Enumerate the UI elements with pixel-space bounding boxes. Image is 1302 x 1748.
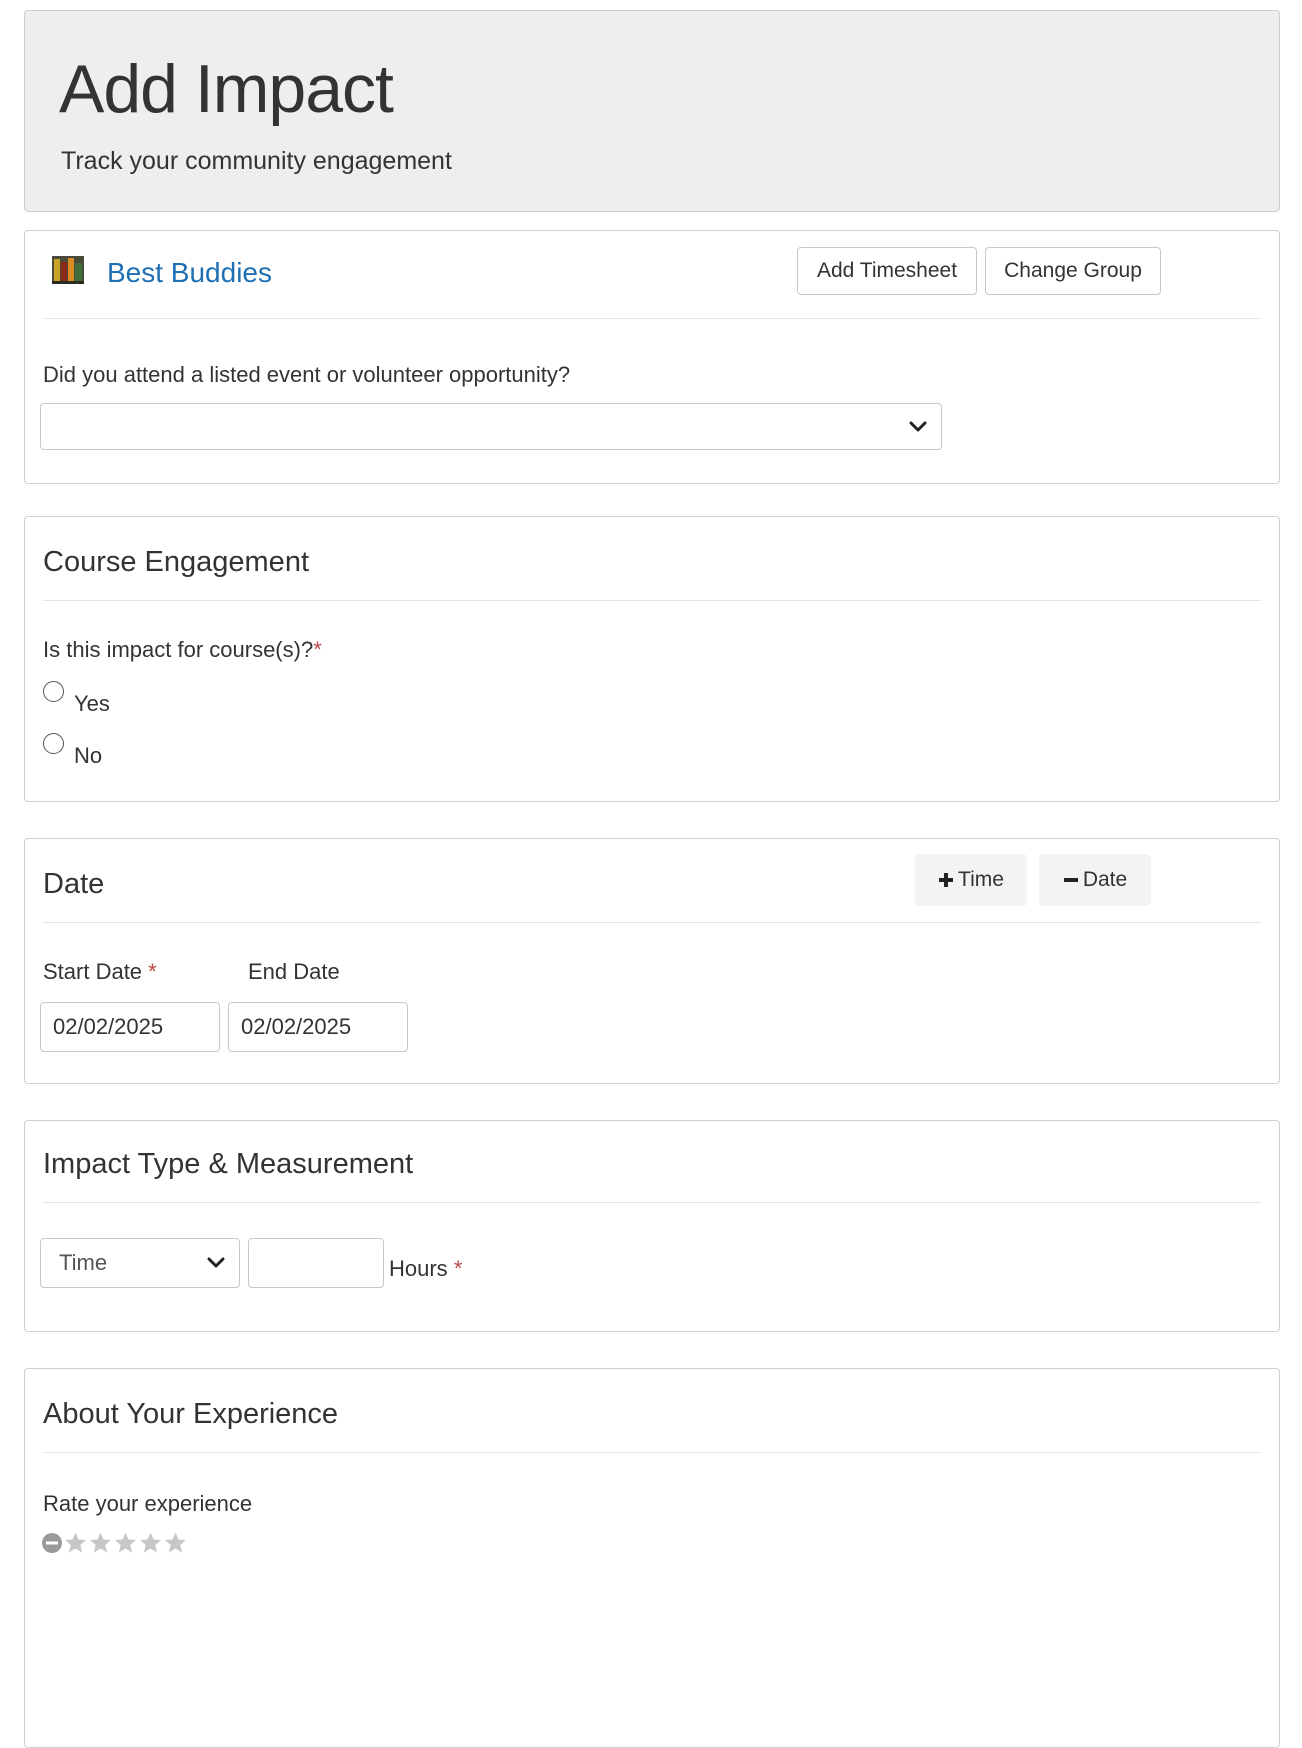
experience-panel: About Your Experience Rate your experien… (24, 1368, 1280, 1748)
star-icon[interactable] (163, 1531, 188, 1555)
radio-yes-label: Yes (74, 691, 110, 716)
date-panel-header: Date Time Date (43, 839, 1261, 923)
add-timesheet-button[interactable]: Add Timesheet (797, 247, 977, 295)
impact-type-panel: Impact Type & Measurement Time Hours * (24, 1120, 1280, 1332)
impact-type-select[interactable]: Time (40, 1238, 240, 1288)
start-date-label: Start Date * (43, 959, 157, 984)
impact-amount-input[interactable] (248, 1238, 384, 1288)
star-icon[interactable] (113, 1531, 138, 1555)
rating-cancel-icon[interactable] (41, 1532, 63, 1554)
group-logo-icon (52, 256, 84, 284)
rating-stars (63, 1531, 188, 1555)
start-date-input[interactable]: 02/02/2025 (40, 1002, 220, 1052)
end-date-label: End Date (248, 959, 340, 984)
event-select[interactable] (40, 403, 942, 450)
page-title: Add Impact (59, 51, 394, 127)
add-time-button[interactable]: Time (915, 854, 1027, 906)
radio-yes[interactable] (43, 681, 64, 702)
rate-experience-label: Rate your experience (43, 1491, 253, 1516)
date-panel-title: Date (43, 868, 105, 900)
course-option-yes[interactable]: Yes (43, 679, 110, 717)
hours-unit-label: Hours * (389, 1256, 463, 1281)
course-question-label: Is this impact for course(s)?* (43, 637, 322, 662)
chevron-down-icon (207, 1257, 225, 1268)
rating-widget[interactable] (41, 1531, 188, 1555)
impact-type-value: Time (59, 1250, 108, 1275)
course-engagement-panel: Course Engagement Is this impact for cou… (24, 516, 1280, 802)
impact-panel-title: Impact Type & Measurement (43, 1148, 414, 1180)
chevron-down-icon (909, 421, 927, 431)
end-date-input[interactable]: 02/02/2025 (228, 1002, 408, 1052)
star-icon[interactable] (88, 1531, 113, 1555)
change-group-button[interactable]: Change Group (985, 247, 1161, 295)
group-name-link[interactable]: Best Buddies (107, 257, 272, 289)
event-question-label: Did you attend a listed event or volunte… (43, 362, 571, 387)
course-panel-header: Course Engagement (43, 517, 1261, 601)
date-panel: Date Time Date Start Date * End Date 02/… (24, 838, 1280, 1084)
star-icon[interactable] (138, 1531, 163, 1555)
experience-panel-header: About Your Experience (43, 1369, 1261, 1453)
group-panel-header: Best Buddies Add Timesheet Change Group (43, 231, 1261, 319)
page-subtitle: Track your community engagement (61, 147, 452, 175)
experience-panel-title: About Your Experience (43, 1398, 339, 1430)
group-panel: Best Buddies Add Timesheet Change Group … (24, 230, 1280, 484)
radio-no[interactable] (43, 733, 64, 754)
required-marker: * (313, 637, 322, 662)
page-header: Add Impact Track your community engageme… (24, 10, 1280, 212)
impact-panel-header: Impact Type & Measurement (43, 1121, 1261, 1203)
plus-icon (939, 873, 954, 887)
required-marker: * (148, 959, 157, 984)
course-panel-title: Course Engagement (43, 546, 309, 578)
required-marker: * (453, 1256, 463, 1281)
course-option-no[interactable]: No (43, 731, 102, 769)
remove-date-button[interactable]: Date (1039, 854, 1151, 906)
radio-no-label: No (74, 743, 103, 768)
minus-icon (1063, 878, 1078, 882)
star-icon[interactable] (63, 1531, 88, 1555)
